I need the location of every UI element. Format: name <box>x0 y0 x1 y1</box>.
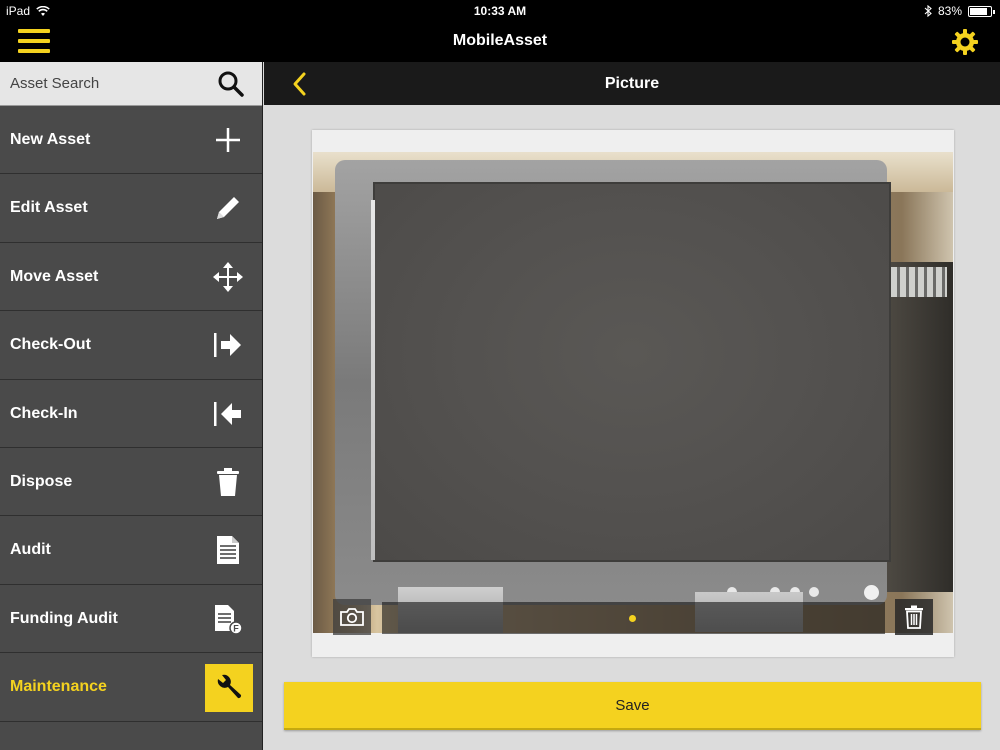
document-icon <box>211 533 245 567</box>
app-title: MobileAsset <box>452 32 548 49</box>
check-in-arrow-icon <box>211 397 245 431</box>
status-bar: iPad 10:33 AM 83% <box>0 0 1000 22</box>
sidebar-item-check-out[interactable]: Check-Out <box>0 311 263 380</box>
sidebar-item-maintenance[interactable]: Maintenance <box>0 653 263 722</box>
camera-icon <box>340 608 364 626</box>
search-icon[interactable] <box>217 70 245 98</box>
sidebar-item-label: Dispose <box>10 472 73 490</box>
sidebar-divider <box>262 62 263 750</box>
sidebar-item-check-in[interactable]: Check-In <box>0 380 263 448</box>
sidebar-item-funding-audit[interactable]: Funding Audit F <box>0 585 263 654</box>
sidebar-item-label: Check-Out <box>10 336 91 354</box>
sidebar-item-label: Maintenance <box>10 678 107 696</box>
content-header: Picture <box>264 62 1000 105</box>
delete-photo-button[interactable] <box>895 599 933 635</box>
sidebar-item-edit-asset[interactable]: Edit Asset <box>0 174 263 243</box>
check-out-arrow-icon <box>211 328 245 362</box>
move-arrows-icon <box>211 260 245 294</box>
trash-icon <box>211 465 245 499</box>
battery-icon <box>968 5 995 17</box>
sidebar-item-new-asset[interactable]: New Asset <box>0 106 263 175</box>
funding-document-icon: F <box>211 602 245 636</box>
asset-photo <box>313 152 953 633</box>
sidebar-item-label: Check-In <box>10 404 78 422</box>
sidebar-item-dispose[interactable]: Dispose <box>0 448 263 517</box>
nav-bar: MobileAsset <box>0 22 1000 62</box>
battery-percent: 83% <box>937 4 962 18</box>
save-button[interactable]: Save <box>284 682 981 730</box>
gear-icon[interactable] <box>950 27 980 57</box>
bluetooth-icon <box>924 5 932 17</box>
svg-text:F: F <box>233 623 239 633</box>
sidebar-item-label: New Asset <box>10 131 91 148</box>
camera-button[interactable] <box>333 599 371 635</box>
plus-icon <box>211 123 245 157</box>
sidebar-item-label: Move Asset <box>10 267 99 285</box>
picture-card <box>312 130 954 657</box>
sidebar-item-label: Audit <box>10 541 51 559</box>
photo-pager <box>382 602 885 634</box>
pencil-icon <box>211 191 245 225</box>
wrench-icon <box>205 664 253 713</box>
sidebar: New Asset Edit Asset Move Asset Check-Ou… <box>0 62 263 750</box>
status-time: 10:33 AM <box>473 4 527 18</box>
asset-search-bar <box>0 62 263 106</box>
sidebar-item-move-asset[interactable]: Move Asset <box>0 243 263 312</box>
sidebar-item-label: Funding Audit <box>10 609 118 627</box>
app-root: iPad 10:33 AM 83% MobileAsset Asset Sear… <box>0 0 1000 750</box>
page-indicator-dot[interactable] <box>629 615 636 622</box>
sidebar-item-label: Edit Asset <box>10 199 88 217</box>
page-title: Picture <box>604 75 660 92</box>
asset-search-input[interactable] <box>0 62 210 105</box>
sidebar-item-audit[interactable]: Audit <box>0 516 263 585</box>
trash-icon <box>905 605 923 629</box>
